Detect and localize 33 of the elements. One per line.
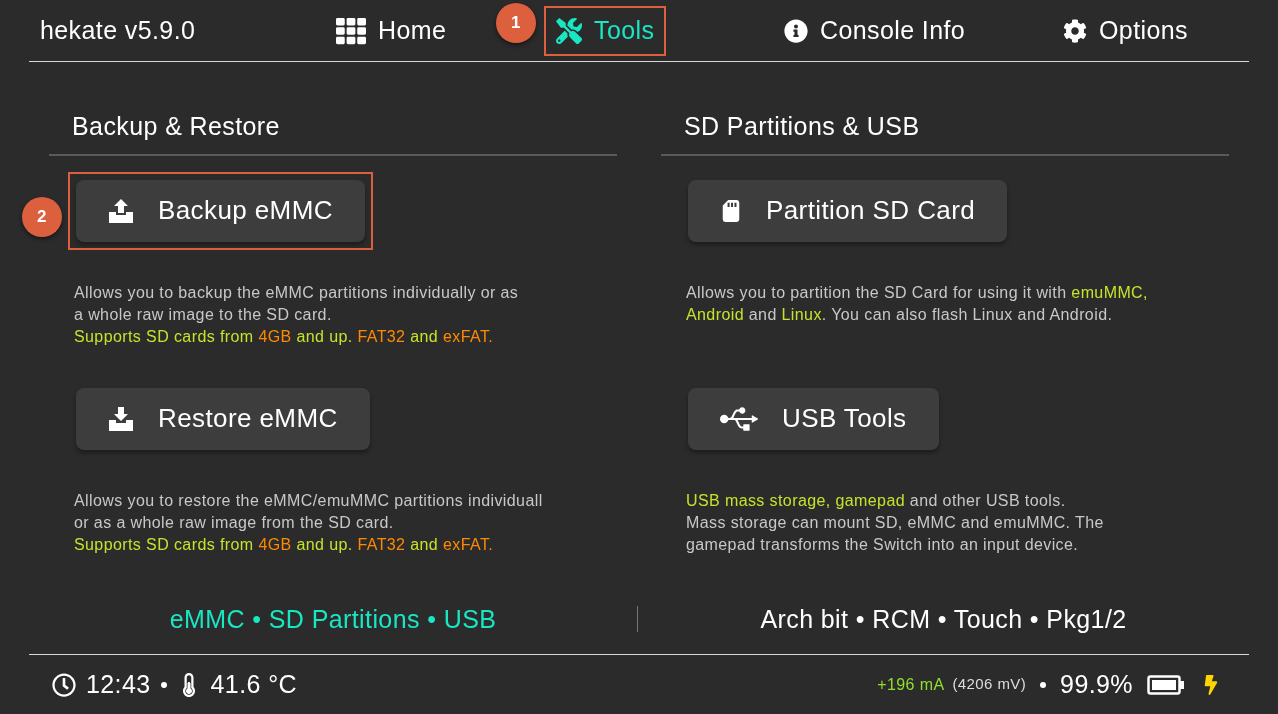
upload-icon [108,197,134,224]
app-title: hekate v5.9.0 [39,14,197,46]
feature-summary: Arch bit • RCM • Touch • Pkg1/2 [760,604,1127,635]
temperature-reading: 41.6 °C [210,668,298,700]
tool-description: USB mass storage, gamepad and other USB tools. Mass storage can mount SD, eMMC and emuMMC. The gamepad transforms the Switch into an input device. [686,490,1105,555]
nav-tab[interactable]: Options [1051,5,1200,56]
step-marker: 2 [22,196,62,237]
section-title: SD Partitions & USB [684,112,920,140]
tool-button[interactable]: Partition SD Card [688,179,1008,242]
download-icon [108,405,134,432]
grid-icon [336,15,366,46]
settings-icon [1063,18,1087,43]
tool-description: Allows you to backup the eMMC partitions individually or as a whole raw image to the SD card. Supports SD cards from 4GB and up. FAT32 and exFAT. [74,282,520,347]
nav-tab[interactable]: Home [324,5,459,56]
tool-description: Allows you to partition the SD Card for using it with emuMMC, Android and Linux. You can also flash Linux and Android. [686,282,1149,325]
battery-icon [1147,674,1185,695]
clock-time: 12:43 [86,668,151,700]
info-icon [784,18,808,43]
feature-summary: eMMC • SD Partitions • USB [169,604,497,635]
sd-card-icon [720,199,742,222]
voltage-reading: (4206 mV) [952,674,1027,695]
nav-tab[interactable]: Console Info [772,5,978,56]
tool-button[interactable]: USB Tools [688,387,939,450]
clock-icon [52,672,76,697]
tools-icon [556,17,582,44]
tool-button[interactable]: Restore eMMC [76,387,370,450]
tool-button[interactable]: Backup eMMC [76,179,365,242]
step-marker: 1 [496,2,536,43]
battery-percentage: 99.9% [1060,668,1133,700]
section-title: Backup & Restore [72,112,280,140]
tool-description: Allows you to restore the eMMC/emuMMC partitions individuall or as a whole raw image from the SD card. Supports SD cards from 4GB and up. FAT32 and exFAT. [74,490,544,555]
current-reading: +196 mA [877,674,945,695]
nav-tab[interactable]: Tools [544,5,667,56]
